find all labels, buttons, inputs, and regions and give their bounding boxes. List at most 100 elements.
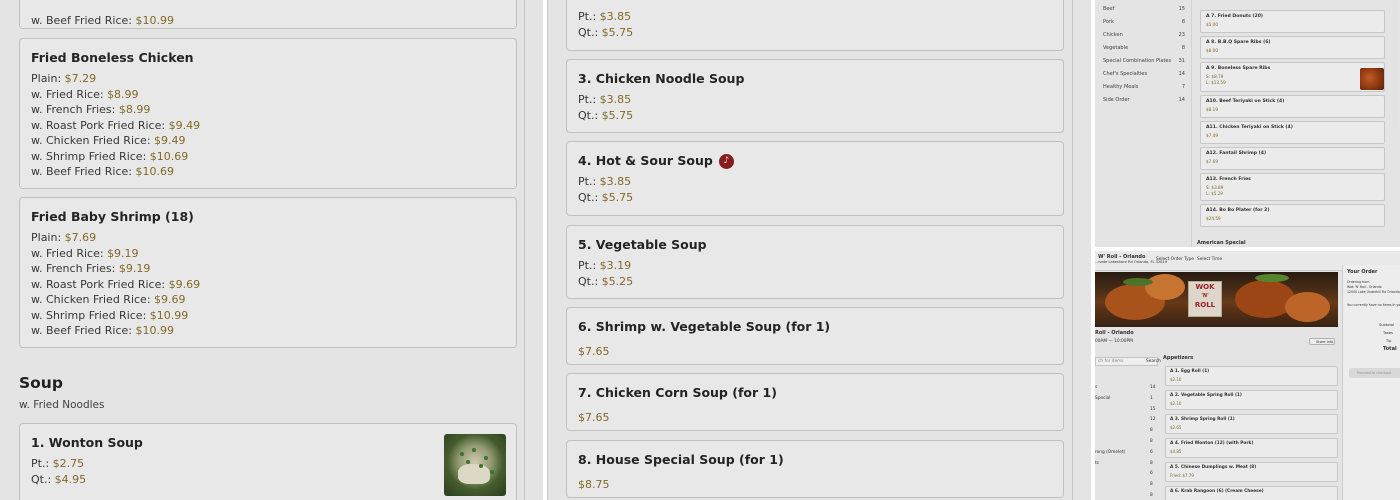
your-order-panel: Your Order Ordering from Wok 'N' Roll - O… (1342, 265, 1400, 500)
price-row: w. Shrimp Fried Rice: $10.69 (31, 149, 189, 163)
price-row: Qt.: $4.95 (31, 472, 87, 486)
order-info-line: 12000 Lake Underhill Rd Orlando, FL (1347, 290, 1400, 294)
menu-panel-left: w. Beef Fried Rice: $10.99 Fried Boneles… (0, 0, 543, 500)
price-row: w. Fried Rice: $9.19 (31, 246, 139, 260)
section-title: Soup (19, 374, 63, 392)
price-row: Pt.: $3.19 (578, 259, 632, 272)
price-row: Pt.: $3.85 (578, 93, 632, 106)
item-title-text: 4. Hot & Sour Soup (578, 153, 713, 168)
item-title: 6. Shrimp w. Vegetable Soup (for 1) (578, 319, 831, 334)
item-title: 8. House Special Soup (for 1) (578, 452, 784, 467)
price-row: w. Beef Fried Rice: $10.99 (31, 324, 174, 337)
price-row: w. Roast Pork Fried Rice: $9.49 (31, 118, 201, 132)
wonton-soup-image (444, 434, 506, 496)
menu-item-card[interactable]: A 7. Fried Donuts (20) $5.00 (1200, 10, 1385, 33)
category-link[interactable]: Chicken 23 (1103, 32, 1185, 38)
restaurant-page-panel: W' Roll - Orlando ...ivate Lakeshore Rd … (1095, 251, 1400, 500)
menu-item-card-hot-sour-soup[interactable]: 4. Hot & Sour Soup ♪ Pt.: $3.85 Qt.: $5.7… (566, 141, 1064, 216)
menu-item-card[interactable]: A12. Fantail Shrimp (4) $7.69 (1200, 147, 1385, 170)
appetizers-heading: Appetizers (1163, 355, 1194, 361)
price-row: w. Beef Fried Rice: $10.99 (31, 14, 174, 27)
price-row: w. Beef Fried Rice: $10.69 (31, 165, 174, 178)
category-link[interactable]: ts 8 (1095, 461, 1155, 466)
menu-item-card[interactable]: A11. Chicken Teriyaki on Stick (4) $7.49 (1200, 121, 1385, 144)
item-title: 3. Chicken Noodle Soup (578, 71, 745, 86)
menu-item-card[interactable]: A 3. Shrimp Spring Roll (1) $2.65 (1165, 414, 1338, 434)
category-link[interactable]: Healthy Meals 7 (1103, 84, 1185, 90)
section-subtitle: w. Fried Noodles (19, 399, 105, 411)
menu-overview-panel: Beef 15 Pork 8 Chicken 23 Vegetable 8 Special Co… (1095, 0, 1400, 247)
menu-item-card-chicken-corn-soup[interactable]: 7. Chicken Corn Soup (for 1) $7.65 (566, 373, 1064, 431)
price-row: Plain: $7.29 (31, 72, 97, 85)
menu-item-card[interactable]: A 4. Fried Wonton (12) (with Pork) $4.85 (1165, 438, 1338, 458)
menu-item-card[interactable]: A14. Bo Bo Plater (for 2) $24.59 (1200, 204, 1385, 227)
menu-item-card-house-special-soup[interactable]: 8. House Special Soup (for 1) $8.75 (566, 440, 1064, 498)
price-row: Pt.: $3.85 (578, 175, 632, 188)
item-price: $8.75 (578, 478, 610, 491)
menu-item-card[interactable]: A 5. Chinese Dumplings w. Meat (8) Fried:… (1165, 462, 1338, 482)
menu-item-card[interactable]: A 2. Vegetable Spring Roll (1) $2.10 (1165, 390, 1338, 410)
price-row: Qt.: $5.25 (578, 274, 634, 288)
opening-hours: 00AM — 10:00PM (1095, 339, 1133, 344)
category-link[interactable]: rong (Omelet) 6 (1095, 450, 1155, 455)
menu-item-card[interactable]: w. Beef Fried Rice: $10.99 (19, 0, 517, 29)
menu-item-card-chicken-noodle-soup[interactable]: 3. Chicken Noodle Soup Pt.: $3.85 Qt.: $5… (566, 59, 1064, 133)
checkout-button[interactable]: Proceed to checkout (1349, 368, 1400, 378)
price-row: w. Chicken Fried Rice: $9.69 (31, 293, 186, 306)
item-title: Fried Boneless Chicken (31, 50, 194, 65)
menu-item-card[interactable]: A13. French Fries S: $3.89 L: $5.29 (1200, 173, 1385, 201)
store-info-button[interactable]: Store info (1309, 338, 1335, 345)
order-info-line: Wok 'N' Roll - Orlando (1347, 285, 1382, 289)
menu-item-card-fried-baby-shrimp[interactable]: Fried Baby Shrimp (18) Plain: $7.69 w. Fr… (19, 197, 517, 348)
menu-item-card-wonton-soup[interactable]: 1. Wonton Soup Pt.: $2.75 Qt.: $4.95 (19, 423, 517, 500)
menu-item-card[interactable]: Pt.: $3.85 Qt.: $5.75 (566, 0, 1064, 51)
item-title: Fried Baby Shrimp (18) (31, 209, 194, 224)
menu-item-card[interactable]: A 6. Krab Rangoon (6) (Cream Cheese) (1165, 486, 1338, 500)
menu-panel-middle: Pt.: $3.85 Qt.: $5.75 3. Chicken Noodle S… (547, 0, 1091, 500)
price-row: w. French Fries: $8.99 (31, 103, 151, 116)
price-row: Pt.: $2.75 (31, 457, 85, 470)
menu-item-card[interactable]: A10. Beef Teriyaki on Stick (4) $8.19 (1200, 95, 1385, 118)
item-price: $7.65 (578, 345, 610, 358)
price-row: Qt.: $5.75 (578, 190, 634, 204)
restaurant-logo: WOK 'N' ROLL (1188, 281, 1222, 317)
item-title: 5. Vegetable Soup (578, 237, 707, 252)
category-link[interactable]: Special 1 (1095, 396, 1155, 401)
price-row: Qt.: $5.75 (578, 108, 634, 122)
item-title: 7. Chicken Corn Soup (for 1) (578, 385, 777, 400)
category-link[interactable]: Beef 15 (1103, 6, 1185, 12)
menu-item-card-fried-boneless-chicken[interactable]: Fried Boneless Chicken Plain: $7.29 w. Fr… (19, 38, 517, 189)
restaurant-title: Roll - Orlando (1095, 330, 1134, 336)
order-info-line: You currently have no items in you... (1347, 303, 1400, 307)
category-link[interactable]: s 14 (1095, 385, 1155, 390)
item-title: 4. Hot & Sour Soup ♪ (578, 152, 1052, 170)
menu-item-card[interactable]: A 9. Boneless Spare Ribs S: $8.79 L: $13.5… (1200, 62, 1385, 92)
menu-item-card-shrimp-vegetable-soup[interactable]: 6. Shrimp w. Vegetable Soup (for 1) $7.6… (566, 307, 1064, 365)
price-row: w. Chicken Fried Rice: $9.49 (31, 134, 186, 147)
search-button[interactable]: Search (1146, 359, 1161, 364)
panel-divider (524, 0, 525, 500)
boneless-spare-ribs-image (1360, 68, 1384, 90)
order-info-line: Ordering from (1347, 280, 1370, 284)
price-row: w. Roast Pork Fried Rice: $9.69 (31, 277, 201, 291)
price-row: Pt.: $3.85 (578, 10, 632, 23)
price-row: w. Shrimp Fried Rice: $10.99 (31, 308, 189, 322)
price-row: Qt.: $5.75 (578, 25, 634, 39)
price-row: Plain: $7.69 (31, 231, 97, 244)
time-select[interactable]: Select Time (1197, 257, 1222, 262)
category-link[interactable]: Special Combination Plates 31 (1103, 58, 1185, 64)
category-link[interactable]: Vegetable 8 (1103, 45, 1185, 51)
menu-item-card[interactable]: A 1. Egg Roll (1) $2.10 (1165, 366, 1338, 386)
category-link[interactable]: Pork 8 (1103, 19, 1185, 25)
menu-item-card-vegetable-soup[interactable]: 5. Vegetable Soup Pt.: $3.19 Qt.: $5.25 (566, 225, 1064, 299)
item-price: $7.65 (578, 411, 610, 424)
price-row: w. French Fries: $9.19 (31, 262, 151, 275)
category-link[interactable]: Chef's Specialties 14 (1103, 71, 1185, 77)
hero-banner-image: WOK 'N' ROLL (1095, 272, 1338, 327)
order-type-select[interactable]: Select Order Type (1156, 257, 1194, 262)
price-row: w. Fried Rice: $8.99 (31, 87, 139, 101)
menu-item-card[interactable]: A 8. B.B.Q Spare Ribs (6) $8.00 (1200, 36, 1385, 59)
section-title: American Special (1197, 240, 1246, 246)
category-link[interactable]: Side Order 14 (1103, 97, 1185, 103)
spicy-pepper-icon: ♪ (718, 153, 734, 169)
